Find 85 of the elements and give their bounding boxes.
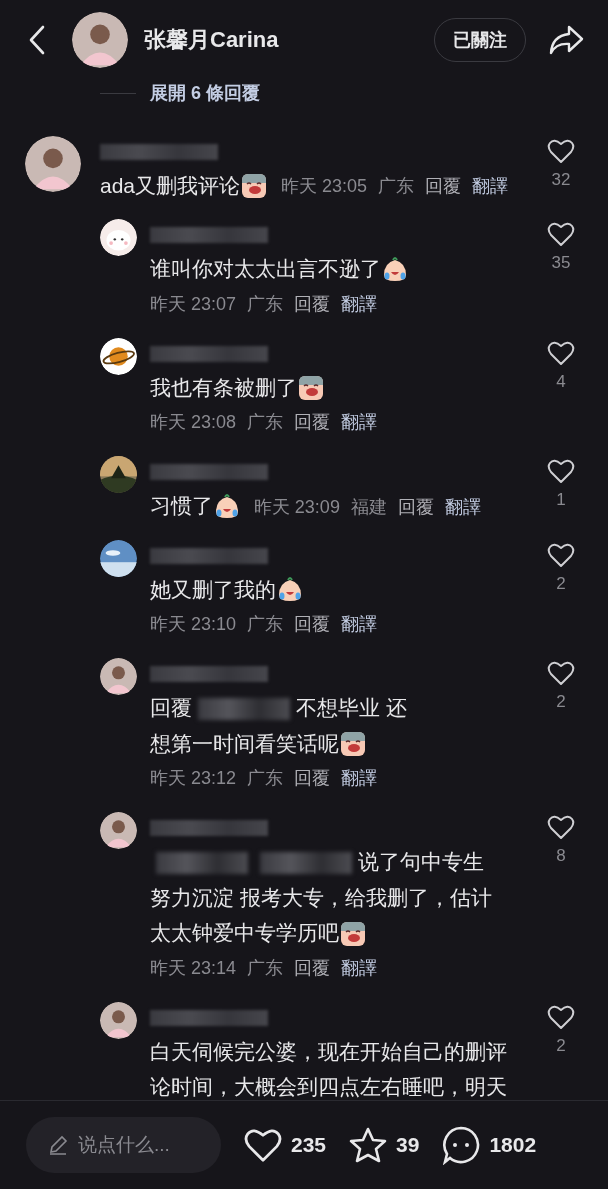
screaming-face-icon <box>340 731 366 758</box>
heart-icon[interactable] <box>243 1127 283 1163</box>
comment-text: ada又删我评论 <box>100 174 241 198</box>
translate-link[interactable]: 翻譯 <box>341 412 378 433</box>
comment-time: 昨天 23:09 <box>253 496 340 517</box>
screaming-face-icon <box>340 920 366 947</box>
comment-text: 不想毕业 还 <box>296 696 407 720</box>
reply-link[interactable]: 回覆 <box>424 176 461 197</box>
comment-input-field[interactable]: 说点什么... <box>26 1117 221 1173</box>
comment-text: 论时间，大概会到四点左右睡吧，明天 <box>150 1075 507 1099</box>
comment-region: 广东 <box>377 176 414 197</box>
avatar[interactable] <box>100 539 137 577</box>
like-count: 1 <box>556 490 566 511</box>
comment-text: 努力沉淀 报考大专，给我删了，估计 <box>150 886 492 910</box>
reply-link[interactable]: 回覆 <box>294 614 331 635</box>
avatar[interactable] <box>100 337 137 375</box>
avatar[interactable] <box>100 456 137 494</box>
crying-face-icon <box>277 577 303 604</box>
translate-link[interactable]: 翻譯 <box>341 768 378 789</box>
favorite-count: 39 <box>396 1133 420 1157</box>
expand-replies-link[interactable]: 展開 6 條回覆 <box>150 81 260 105</box>
reply-link[interactable]: 回覆 <box>294 768 331 789</box>
crying-face-icon <box>214 493 240 520</box>
like-count: 235 <box>291 1133 327 1157</box>
comment-text: 习惯了 <box>150 494 213 518</box>
heart-icon[interactable] <box>547 458 575 485</box>
comment-text: 白天伺候完公婆，现在开始自己的删评 <box>150 1040 507 1063</box>
avatar[interactable] <box>100 219 137 257</box>
avatar[interactable] <box>100 812 137 850</box>
avatar[interactable] <box>25 136 81 192</box>
reply-link[interactable]: 回覆 <box>294 293 331 314</box>
author-name: 张馨月Carina <box>144 26 280 54</box>
translate-link[interactable]: 翻譯 <box>472 176 508 197</box>
like-count: 8 <box>556 846 566 867</box>
heart-icon[interactable] <box>547 814 575 841</box>
back-icon[interactable] <box>28 25 46 55</box>
heart-icon[interactable] <box>547 541 575 568</box>
comment-text: 回覆 <box>150 696 192 720</box>
star-icon[interactable] <box>348 1126 389 1164</box>
pencil-icon <box>48 1135 68 1155</box>
heart-icon[interactable] <box>547 138 575 164</box>
crying-face-icon <box>382 256 408 283</box>
translate-link[interactable]: 翻譯 <box>341 293 378 314</box>
comment-region: 广东 <box>247 412 284 433</box>
avatar[interactable] <box>100 658 137 696</box>
comment-region: 广东 <box>247 293 284 314</box>
like-count: 2 <box>556 573 566 594</box>
comment-time: 昨天 23:10 <box>150 614 237 635</box>
screaming-face-icon <box>241 173 268 200</box>
translate-link[interactable]: 翻譯 <box>444 496 481 517</box>
comment-time: 昨天 23:08 <box>150 412 237 433</box>
heart-icon[interactable] <box>547 339 575 366</box>
like-count: 2 <box>556 692 566 713</box>
comment-time: 昨天 23:05 <box>280 176 367 197</box>
translate-link[interactable]: 翻譯 <box>341 614 378 635</box>
screaming-face-icon <box>298 375 324 402</box>
avatar[interactable] <box>100 1001 137 1039</box>
comment-text: 我也有条被删了 <box>150 376 297 400</box>
comment-text: 她又删了我的 <box>150 578 276 602</box>
reply-link[interactable]: 回覆 <box>294 412 331 433</box>
avatar[interactable] <box>72 12 128 68</box>
comment-time: 昨天 23:07 <box>150 293 237 314</box>
comment-region: 广东 <box>247 614 284 635</box>
speech-bubble-icon[interactable] <box>441 1125 482 1165</box>
heart-icon[interactable] <box>547 221 575 248</box>
reply-link[interactable]: 回覆 <box>294 957 331 978</box>
comment-time: 昨天 23:12 <box>150 768 237 789</box>
comment-text: 太太钟爱中专学历吧 <box>150 921 339 945</box>
comment-region: 广东 <box>247 768 284 789</box>
comment-time: 昨天 23:14 <box>150 957 237 978</box>
comment-region: 广东 <box>247 957 284 978</box>
comment-text: 谁叫你对太太出言不逊了 <box>150 257 381 281</box>
translate-link[interactable]: 翻譯 <box>341 957 378 978</box>
like-count: 2 <box>556 1035 566 1056</box>
comment-text: 想第一时间看笑话呢 <box>150 732 339 756</box>
like-count: 32 <box>551 170 571 190</box>
comment-region: 福建 <box>350 496 387 517</box>
comment-count: 1802 <box>489 1133 537 1157</box>
heart-icon[interactable] <box>547 1003 575 1030</box>
share-icon[interactable] <box>548 24 584 56</box>
comment-text: 说了句中专生 <box>358 850 484 874</box>
like-count: 35 <box>551 253 571 274</box>
reply-link[interactable]: 回覆 <box>397 496 434 517</box>
heart-icon[interactable] <box>547 660 575 687</box>
like-count: 4 <box>556 371 566 392</box>
